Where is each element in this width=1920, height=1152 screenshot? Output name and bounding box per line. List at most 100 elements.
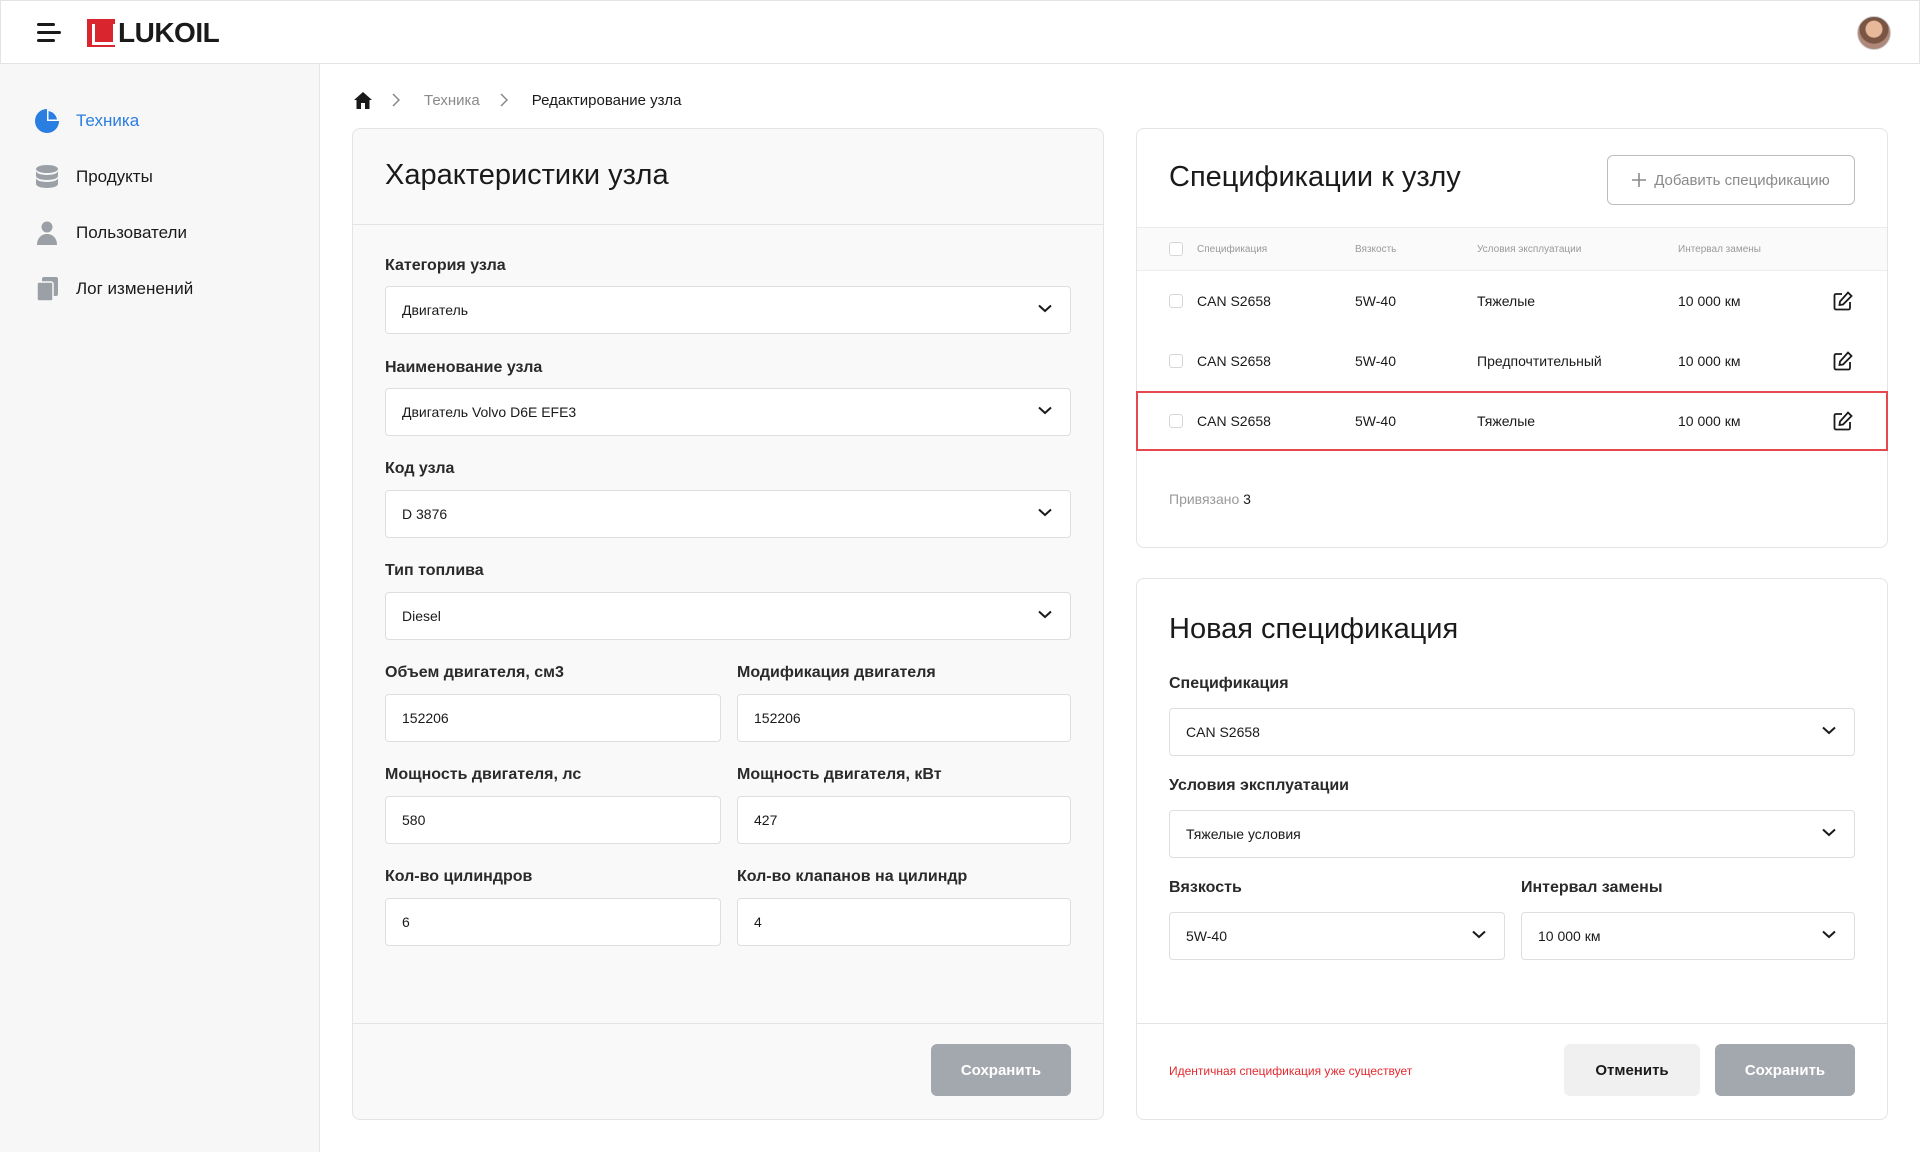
card-title: Новая спецификация [1169,613,1459,645]
power-kw-label: Мощность двигателя, кВт [737,766,942,783]
chevron-down-icon [1472,930,1486,939]
table-header: Спецификация Вязкость Условия эксплуатац… [1137,227,1887,271]
add-specification-button[interactable]: Добавить спецификацию [1607,155,1855,205]
row-checkbox[interactable] [1169,294,1183,308]
card-footer: Сохранить [353,1023,1103,1119]
select-all-checkbox[interactable] [1169,242,1183,256]
bound-label: Привязано [1169,491,1240,507]
interval-label: Интервал замены [1521,879,1663,896]
user-icon [34,220,60,246]
spec-label: Спецификация [1169,675,1289,692]
table-row-duplicate[interactable]: CAN S2658 5W-40 Тяжелые 10 000 км [1136,391,1888,451]
valves-value: 4 [754,914,762,930]
bound-count-value: 3 [1243,491,1251,507]
specifications-card: Спецификации к узлу Добавить спецификаци… [1136,128,1888,548]
cancel-button[interactable]: Отменить [1564,1044,1700,1096]
edit-icon[interactable] [1833,331,1853,391]
category-value: Двигатель [402,302,469,318]
column-header-interval[interactable]: Интервал замены [1678,228,1761,270]
edit-icon[interactable] [1833,271,1853,331]
power-hp-label: Мощность двигателя, лс [385,766,582,783]
interval-value: 10 000 км [1538,928,1601,944]
column-header-conditions[interactable]: Условия эксплуатации [1477,228,1581,270]
home-icon[interactable] [354,91,372,109]
engine-volume-input[interactable]: 152206 [385,694,721,742]
viscosity-value: 5W-40 [1186,928,1227,944]
column-header-viscosity[interactable]: Вязкость [1355,228,1396,270]
row-viscosity: 5W-40 [1355,293,1396,309]
node-characteristics-card: Характеристики узла Категория узла Двига… [352,128,1104,1120]
row-viscosity: 5W-40 [1355,413,1396,429]
table-row[interactable]: CAN S2658 5W-40 Тяжелые 10 000 км [1137,271,1887,331]
cylinders-label: Кол-во цилиндров [385,868,533,885]
logo[interactable]: LUKOIL [87,17,220,48]
sidebar-item-label: Техника [76,111,140,130]
bound-count: Привязано 3 [1169,491,1251,507]
fuel-type-value: Diesel [402,608,441,624]
sidebar-item-changelog[interactable]: Лог изменений [34,273,193,305]
chevron-down-icon [1822,828,1836,837]
error-message: Идентичная спецификация уже существует [1169,1064,1413,1078]
viscosity-label: Вязкость [1169,879,1242,896]
chevron-down-icon [1822,930,1836,939]
documents-icon [34,276,60,302]
row-spec: CAN S2658 [1197,353,1271,369]
database-icon [34,164,60,190]
table-row[interactable]: CAN S2658 5W-40 Предпочтительный 10 000 … [1137,331,1887,391]
node-code-label: Код узла [385,460,455,477]
cylinders-value: 6 [402,914,410,930]
node-name-label: Наименование узла [385,359,543,376]
row-viscosity: 5W-40 [1355,353,1396,369]
power-kw-input[interactable]: 427 [737,796,1071,844]
fuel-type-select[interactable]: Diesel [385,592,1071,640]
breadcrumb-link-technika[interactable]: Техника [424,92,480,109]
conditions-select[interactable]: Тяжелые условия [1169,810,1855,858]
sidebar-item-label: Пользователи [76,223,187,242]
top-bar: LUKOIL [0,0,1920,64]
row-conditions: Тяжелые [1477,413,1536,429]
column-header-spec[interactable]: Спецификация [1197,228,1267,270]
power-hp-value: 580 [402,812,426,828]
plus-icon [1632,173,1647,187]
logo-text: LUKOIL [118,17,220,48]
engine-modification-value: 152206 [754,710,801,726]
sidebar-item-technika[interactable]: Техника [34,105,139,137]
spec-select[interactable]: CAN S2658 [1169,708,1855,756]
avatar[interactable] [1857,16,1891,50]
hamburger-icon[interactable] [37,22,61,42]
card-title: Спецификации к узлу [1169,161,1461,193]
node-code-value: D 3876 [402,506,448,522]
sidebar-item-users[interactable]: Пользователи [34,217,187,249]
chevron-down-icon [1822,726,1836,735]
row-checkbox[interactable] [1169,414,1183,428]
category-select[interactable]: Двигатель [385,286,1071,334]
viscosity-select[interactable]: 5W-40 [1169,912,1505,960]
save-button[interactable]: Сохранить [931,1044,1071,1096]
node-name-value: Двигатель Volvo D6E EFE3 [402,404,577,420]
card-footer: Идентичная спецификация уже существует О… [1137,1023,1887,1119]
sidebar-item-label: Лог изменений [76,279,194,298]
valves-label: Кол-во клапанов на цилиндр [737,868,968,885]
row-spec: CAN S2658 [1197,293,1271,309]
edit-icon[interactable] [1833,393,1853,449]
row-checkbox[interactable] [1169,354,1183,368]
chevron-down-icon [1038,610,1052,619]
new-specification-card: Новая спецификация Спецификация CAN S265… [1136,578,1888,1120]
chevron-down-icon [1038,508,1052,517]
engine-volume-label: Объем двигателя, см3 [385,664,564,681]
valves-input[interactable]: 4 [737,898,1071,946]
conditions-label: Условия эксплуатации [1169,777,1349,794]
engine-modification-input[interactable]: 152206 [737,694,1071,742]
engine-modification-label: Модификация двигателя [737,664,936,681]
node-name-select[interactable]: Двигатель Volvo D6E EFE3 [385,388,1071,436]
cylinders-input[interactable]: 6 [385,898,721,946]
save-button[interactable]: Сохранить [1715,1044,1855,1096]
interval-select[interactable]: 10 000 км [1521,912,1855,960]
sidebar-item-products[interactable]: Продукты [34,161,153,193]
chevron-right-icon [392,93,400,107]
chevron-down-icon [1038,304,1052,313]
card-title: Характеристики узла [385,159,669,191]
power-hp-input[interactable]: 580 [385,796,721,844]
spec-value: CAN S2658 [1186,724,1260,740]
node-code-select[interactable]: D 3876 [385,490,1071,538]
